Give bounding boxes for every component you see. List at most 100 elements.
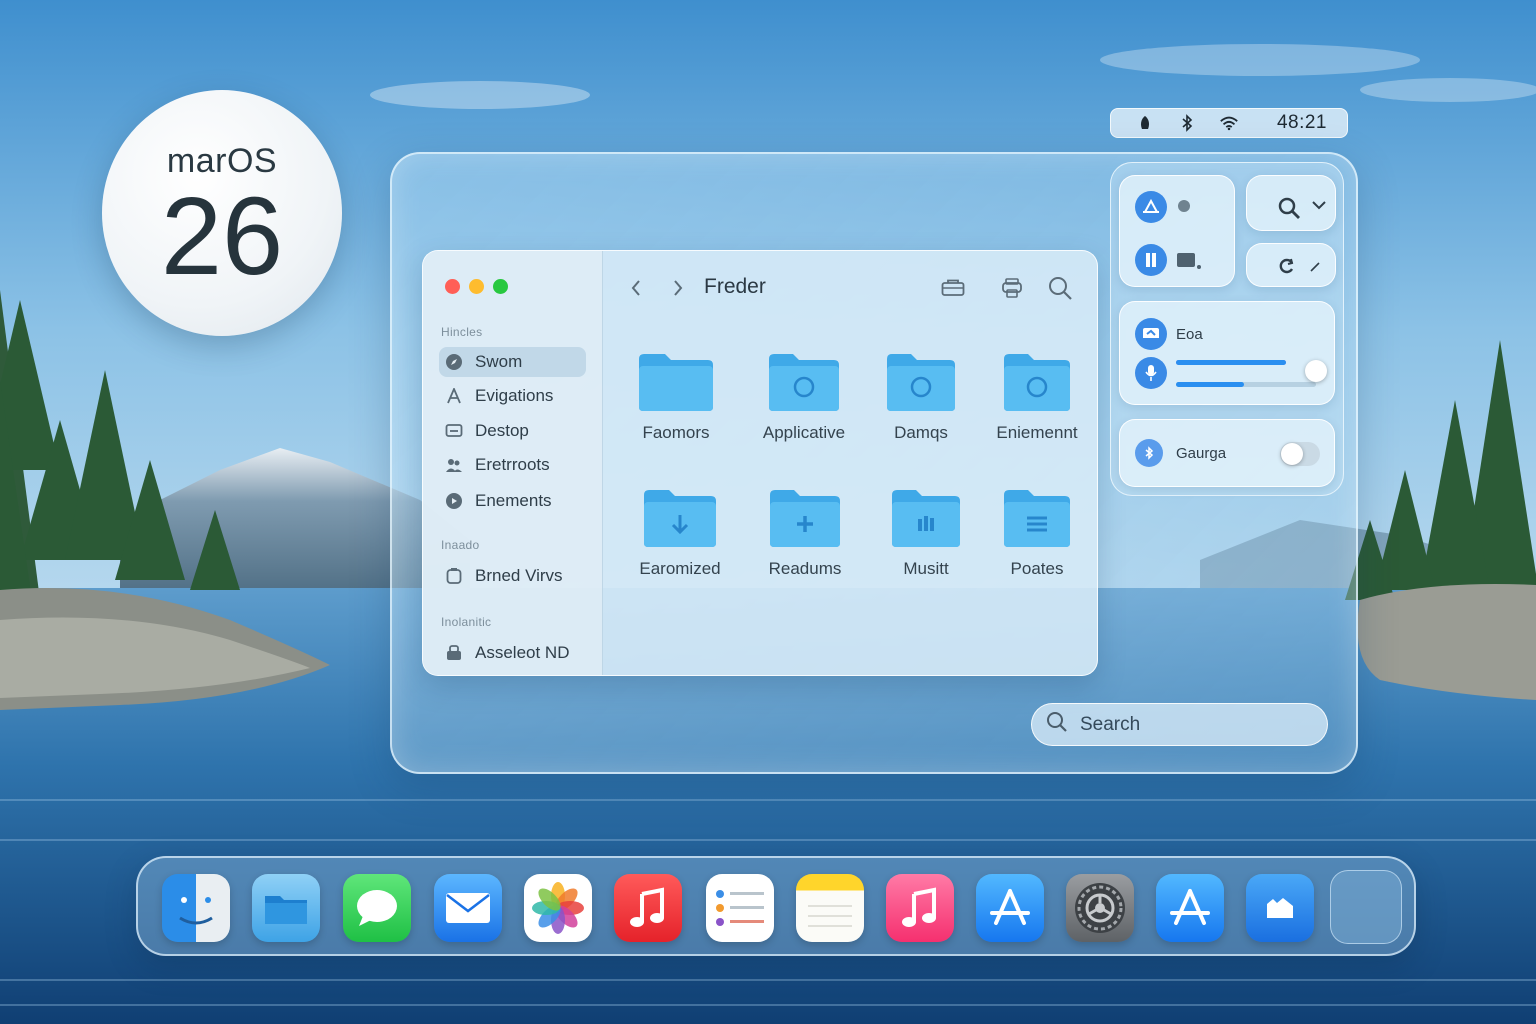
folder-icon <box>1004 490 1070 547</box>
people-icon <box>444 456 463 475</box>
control-center: Eoa Gaurga <box>1110 162 1344 496</box>
forward-button[interactable] <box>665 275 691 301</box>
mail-app-icon[interactable] <box>434 874 502 942</box>
share-button[interactable] <box>999 275 1025 301</box>
app-store-icon[interactable] <box>976 874 1044 942</box>
version-badge: marOS 26 <box>102 90 342 336</box>
app-store-icon[interactable] <box>1156 874 1224 942</box>
finder-window: Hincles Swom Evigations Destop Eretrroot… <box>422 250 1098 676</box>
tray-icon <box>941 279 965 296</box>
search-icon <box>1046 711 1068 738</box>
a-icon <box>444 387 463 406</box>
sidebar-item-label: Enements <box>475 491 552 510</box>
search-input[interactable] <box>1080 713 1300 736</box>
folder-item[interactable]: Faomors <box>616 351 736 443</box>
folder-icon <box>639 354 713 411</box>
screen-mirror-icon[interactable] <box>1176 252 1202 275</box>
empty-dock-slot[interactable] <box>1330 870 1402 944</box>
folder-item[interactable]: Applicative <box>744 351 864 443</box>
pause-icon[interactable] <box>1135 244 1167 276</box>
drive-icon <box>444 567 463 586</box>
slider-fill <box>1176 360 1286 365</box>
finder-app-icon[interactable] <box>162 874 230 942</box>
folder-item[interactable]: Damqs <box>861 351 981 443</box>
sidebar-item-label: Swom <box>475 352 523 371</box>
rotation-lock-tile[interactable] <box>1246 243 1336 287</box>
wifi-icon[interactable] <box>1219 113 1239 133</box>
sidebar-item-enements[interactable]: Enements <box>439 486 586 516</box>
itunes-app-icon[interactable] <box>886 874 954 942</box>
sidebar-item-asseleot-nd[interactable]: Asseleot ND <box>439 638 586 668</box>
folder-icon <box>892 490 960 547</box>
folder-label: Eniemennt <box>996 423 1078 442</box>
folder-label: Earomized <box>639 559 721 578</box>
minimize-button[interactable] <box>469 279 484 294</box>
connectivity-tile[interactable] <box>1119 175 1235 287</box>
bluetooth-icon[interactable] <box>1177 113 1197 133</box>
window-title: Freder <box>704 275 766 298</box>
sidebar-item-label: Brned Virvs <box>475 566 563 585</box>
menu-bar-clock[interactable]: 48:21 <box>1277 112 1327 134</box>
search-field[interactable] <box>1031 703 1328 746</box>
search-button[interactable] <box>1047 275 1073 301</box>
dock <box>136 856 1416 956</box>
rotation-lock-icon <box>1277 256 1297 281</box>
volume-slider-fill <box>1176 382 1244 387</box>
sidebar-item-eretrroots[interactable]: Eretrroots <box>439 450 586 480</box>
microphone-icon[interactable] <box>1135 357 1167 389</box>
folder-icon <box>769 354 839 411</box>
folder-label: Applicative <box>762 423 846 442</box>
folder-label: Poates <box>1010 559 1064 578</box>
toggle-knob <box>1281 443 1303 465</box>
folder-item[interactable]: Poates <box>977 487 1097 579</box>
close-button[interactable] <box>445 279 460 294</box>
files-app-icon[interactable] <box>252 874 320 942</box>
folder-app-icon[interactable] <box>1246 874 1314 942</box>
airdrop-icon[interactable] <box>1135 191 1167 223</box>
folder-label: Damqs <box>894 423 948 442</box>
folder-label: Musitt <box>903 559 949 578</box>
folder-item[interactable]: Readums <box>745 487 865 579</box>
reminders-app-icon[interactable] <box>706 874 774 942</box>
notes-app-icon[interactable] <box>796 874 864 942</box>
focus-tile[interactable] <box>1246 175 1336 231</box>
folder-icon <box>1004 354 1070 411</box>
sidebar-item-label: Asseleot ND <box>475 643 570 662</box>
folder-icon <box>770 490 840 547</box>
view-options-button[interactable] <box>940 275 966 301</box>
sidebar-item-destop[interactable]: Destop <box>439 416 586 446</box>
toggle-switch[interactable] <box>1280 442 1320 466</box>
settings-app-icon[interactable] <box>1066 874 1134 942</box>
back-button[interactable] <box>623 275 649 301</box>
menu-bar-status: 48:21 <box>1110 108 1348 138</box>
sidebar-item-swom[interactable]: Swom <box>439 347 586 377</box>
sidebar-item-evigations[interactable]: Evigations <box>439 381 586 411</box>
desktop-icon <box>444 422 463 441</box>
sidebar-section-title: Hincles <box>441 325 483 339</box>
media-tile[interactable]: Eoa <box>1119 301 1335 405</box>
photos-app-icon[interactable] <box>524 874 592 942</box>
focus-icon[interactable] <box>1135 113 1155 133</box>
folder-item[interactable]: Musitt <box>866 487 986 579</box>
slider-knob[interactable] <box>1305 360 1327 382</box>
folder-icon <box>644 490 716 547</box>
music-app-icon[interactable] <box>614 874 682 942</box>
chevron-left-icon <box>631 280 640 296</box>
sidebar-section-title: Inolanitic <box>441 615 492 629</box>
folder-item[interactable]: Eniemennt <box>977 351 1097 443</box>
bluetooth-icon <box>1135 439 1163 467</box>
zoom-button[interactable] <box>493 279 508 294</box>
chevron-down-icon[interactable] <box>1311 198 1327 216</box>
folder-item[interactable]: Earomized <box>620 487 740 579</box>
messages-app-icon[interactable] <box>343 874 411 942</box>
search-icon <box>1049 277 1072 300</box>
sidebar-item-brned-virvs[interactable]: Brned Virvs <box>439 561 586 591</box>
finder-sidebar: Hincles Swom Evigations Destop Eretrroot… <box>423 251 603 675</box>
magnifier-icon <box>1277 196 1301 225</box>
sidebar-item-label: Destop <box>475 421 529 440</box>
folder-label: Faomors <box>642 423 710 442</box>
folder-icon <box>887 354 955 411</box>
toggle-label: Gaurga <box>1176 445 1227 462</box>
toggle-tile[interactable]: Gaurga <box>1119 419 1335 487</box>
os-version-number: 26 <box>160 175 284 298</box>
